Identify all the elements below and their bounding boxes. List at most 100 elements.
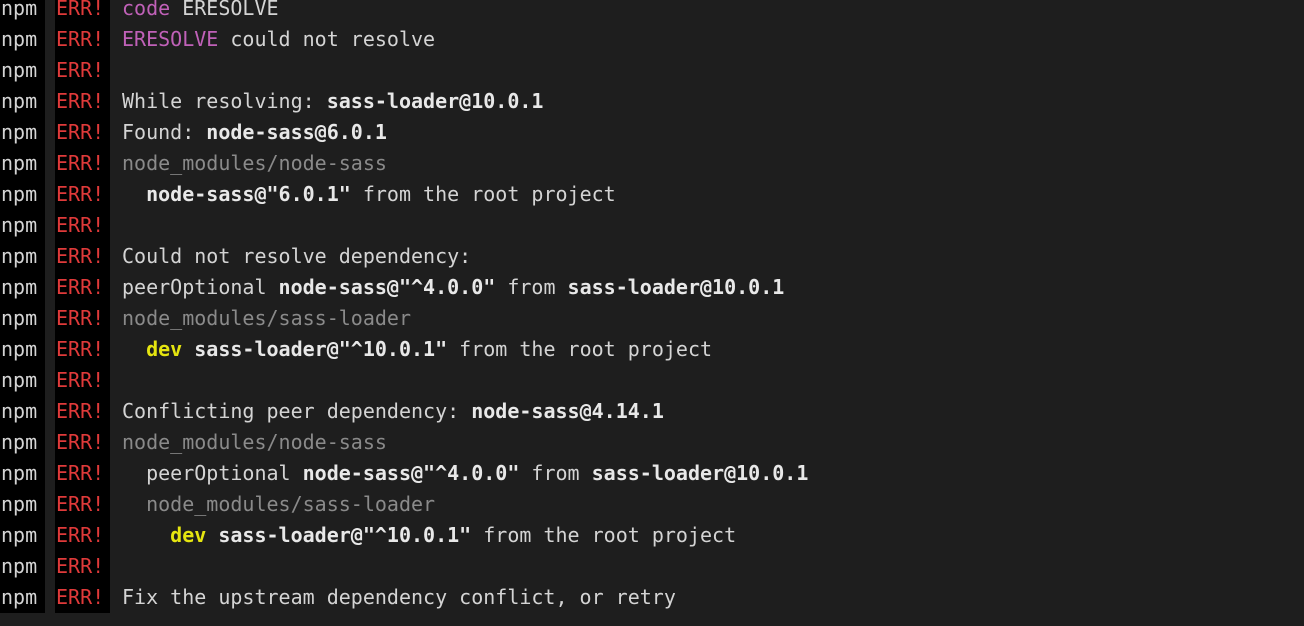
err-prefix-label: ERR! [55,272,110,303]
terminal-line: npm ERR! While resolving: sass-loader@10.0… [0,86,1304,117]
npm-prefix-label: npm [0,179,45,210]
terminal-line-body: peerOptional node-sass@"^4.0.0" from sas… [110,458,808,489]
terminal-text-segment: node-sass@6.0.1 [206,120,387,144]
terminal-line-body: Conflicting peer dependency: node-sass@4… [110,396,664,427]
prefix-gap [45,334,55,365]
terminal-text-segment: sass-loader@10.0.1 [567,275,785,299]
prefix-gap [45,582,55,613]
prefix-gap [45,210,55,241]
terminal-text-segment: node-sass@"^4.0.0" [278,275,496,299]
terminal-line-body: peerOptional node-sass@"^4.0.0" from sas… [110,272,784,303]
terminal-text-segment: sass-loader@"^10.0.1" [194,337,448,361]
npm-prefix-label: npm [0,272,45,303]
npm-prefix-label: npm [0,489,45,520]
terminal-line: npm ERR! dev sass-loader@"^10.0.1" from t… [0,334,1304,365]
terminal-text-segment: While resolving: [122,89,327,113]
terminal-line-body: code ERESOLVE [110,0,279,24]
prefix-gap [45,179,55,210]
terminal-line-body: Could not resolve dependency: [110,241,471,272]
terminal-text-segment: from [495,275,568,299]
terminal-line: npm ERR! peerOptional node-sass@"^4.0.0" f… [0,272,1304,303]
npm-prefix-label: npm [0,148,45,179]
prefix-gap [45,458,55,489]
terminal-line-body [110,365,122,396]
terminal-line-body [110,55,122,86]
npm-prefix-label: npm [0,551,45,582]
terminal-line: npm ERR! code ERESOLVE [0,0,1304,24]
terminal-line-body [110,551,122,582]
terminal-text-segment: dev [170,523,207,547]
prefix-gap [45,148,55,179]
err-prefix-label: ERR! [55,24,110,55]
terminal-text-segment: sass-loader@"^10.0.1" [218,523,472,547]
terminal-text-segment: code [122,0,183,20]
terminal-output-pane[interactable]: npm ERR! code ERESOLVE npm ERR! ERESOLVE coul… [0,0,1304,626]
npm-prefix-label: npm [0,117,45,148]
terminal-line-body: node_modules/node-sass [110,427,387,458]
terminal-text-segment: node-sass@"6.0.1" [146,182,351,206]
terminal-line: npm ERR! node_modules/sass-loader [0,303,1304,334]
terminal-line-body: node_modules/sass-loader [110,489,435,520]
npm-prefix-label: npm [0,0,45,24]
terminal-line-body: dev sass-loader@"^10.0.1" from the root … [110,334,712,365]
terminal-line-body: node_modules/node-sass [110,148,387,179]
terminal-text-segment: node_modules/node-sass [122,430,387,454]
npm-prefix-label: npm [0,365,45,396]
err-prefix-label: ERR! [55,0,110,24]
err-prefix-label: ERR! [55,334,110,365]
terminal-line: npm ERR! Fix the upstream dependency confl… [0,582,1304,613]
terminal-line-body: While resolving: sass-loader@10.0.1 [110,86,543,117]
prefix-gap [45,86,55,117]
prefix-gap [45,0,55,24]
npm-prefix-label: npm [0,396,45,427]
err-prefix-label: ERR! [55,582,110,613]
err-prefix-label: ERR! [55,148,110,179]
npm-prefix-label: npm [0,210,45,241]
terminal-text-segment: from the root project [350,182,616,206]
prefix-gap [45,396,55,427]
err-prefix-label: ERR! [55,427,110,458]
terminal-line-body: ERESOLVE could not resolve [110,24,435,55]
terminal-line-body: node_modules/sass-loader [110,303,411,334]
terminal-text-segment: dev [146,337,183,361]
terminal-text-segment: peerOptional [122,275,279,299]
terminal-line: npm ERR! node_modules/node-sass [0,148,1304,179]
terminal-line: npm ERR! [0,55,1304,86]
terminal-line: npm ERR! Found: node-sass@6.0.1 [0,117,1304,148]
terminal-line-body: node-sass@"6.0.1" from the root project [110,179,616,210]
prefix-gap [45,520,55,551]
terminal-line: npm ERR! node_modules/sass-loader [0,489,1304,520]
prefix-gap [45,24,55,55]
npm-prefix-label: npm [0,334,45,365]
terminal-text-segment: from the root project [471,523,737,547]
terminal-text-segment: ERESOLVE [122,27,219,51]
err-prefix-label: ERR! [55,117,110,148]
npm-prefix-label: npm [0,582,45,613]
terminal-text-segment: from [519,461,592,485]
err-prefix-label: ERR! [55,241,110,272]
terminal-line: npm ERR! node-sass@"6.0.1" from the root … [0,179,1304,210]
prefix-gap [45,117,55,148]
npm-prefix-label: npm [0,303,45,334]
prefix-gap [45,55,55,86]
err-prefix-label: ERR! [55,210,110,241]
err-prefix-label: ERR! [55,396,110,427]
npm-prefix-label: npm [0,24,45,55]
terminal-line-body: Fix the upstream dependency conflict, or… [110,582,676,613]
terminal-text-segment: peerOptional [122,461,303,485]
err-prefix-label: ERR! [55,179,110,210]
terminal-text-segment: from the root project [447,337,713,361]
terminal-line: npm ERR! Could not resolve dependency: [0,241,1304,272]
err-prefix-label: ERR! [55,489,110,520]
terminal-line: npm ERR! dev sass-loader@"^10.0.1" from t… [0,520,1304,551]
terminal-text-segment: sass-loader@10.0.1 [326,89,544,113]
prefix-gap [45,551,55,582]
terminal-text-segment: Conflicting peer dependency: [122,399,472,423]
terminal-text-segment: node_modules/node-sass [122,151,387,175]
terminal-line-list: npm ERR! code ERESOLVE npm ERR! ERESOLVE coul… [0,0,1304,613]
prefix-gap [45,489,55,520]
